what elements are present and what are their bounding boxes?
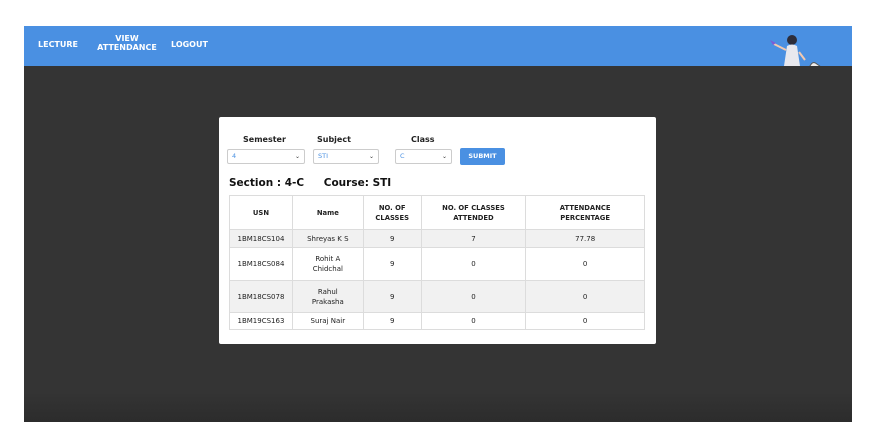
content-background-footer [24,392,852,422]
cell-name: Suraj Nair [291,312,364,330]
cell-usn: 1BM18CS084 [229,247,293,281]
submit-button[interactable]: SUBMIT [460,148,505,165]
table-row: 1BM18CS078 Rahul Prakasha 9 0 0 [229,280,645,313]
attendance-table: USN Name NO. OF CLASSES NO. OF CLASSES ATT… [229,195,645,330]
class-label: Class [411,135,435,144]
class-select[interactable]: C ⌄ [395,149,452,164]
col-header-usn: USN [229,195,293,230]
table-row: 1BM18CS084 Rohit A Chidchal 9 0 0 [229,247,645,281]
chevron-down-icon: ⌄ [368,153,374,160]
cell-classes: 9 [362,312,422,330]
cell-attended: 7 [420,229,527,248]
col-header-attended: NO. OF CLASSES ATTENDED [420,195,527,230]
subject-label: Subject [317,135,351,144]
cell-usn: 1BM18CS078 [229,280,293,313]
cell-attended: 0 [420,280,527,313]
semester-select[interactable]: 4 ⌄ [227,149,305,164]
subject-select[interactable]: STI ⌄ [313,149,379,164]
col-header-percentage: ATTENDANCE PERCENTAGE [525,195,645,230]
cell-name: Shreyas K S [291,229,364,248]
section-summary: Section : 4-C Course: STI [229,177,391,189]
cell-usn: 1BM18CS104 [229,229,293,248]
table-row: 1BM18CS104 Shreyas K S 9 7 77.78 [229,229,645,248]
nav-view-attendance-line2: ATTENDANCE [97,43,157,52]
cell-attended: 0 [420,247,527,281]
semester-select-value: 4 [232,152,237,160]
top-navbar: LECTURE VIEW ATTENDANCE LOGOUT [24,26,852,66]
table-row: 1BM19CS163 Suraj Nair 9 0 0 [229,312,645,330]
cell-name: Rahul Prakasha [291,280,364,313]
cell-usn: 1BM19CS163 [229,312,293,330]
nav-lecture-link[interactable]: LECTURE [38,40,78,49]
cell-percentage: 0 [525,312,645,330]
cell-percentage: 77.78 [525,229,645,248]
cell-name: Rohit A Chidchal [291,247,364,281]
cell-percentage: 0 [525,280,645,313]
table-header-row: USN Name NO. OF CLASSES NO. OF CLASSES ATT… [229,195,645,230]
nav-view-attendance-line1: VIEW [115,34,139,43]
cell-classes: 9 [362,280,422,313]
col-header-classes: NO. OF CLASSES [362,195,422,230]
chevron-down-icon: ⌄ [441,153,447,160]
nav-view-attendance-link[interactable]: VIEW ATTENDANCE [95,34,159,52]
cell-percentage: 0 [525,247,645,281]
course-label: Course: STI [323,177,392,189]
col-header-name: Name [291,195,364,230]
semester-label: Semester [243,135,286,144]
class-select-value: C [400,152,405,160]
cell-attended: 0 [420,312,527,330]
subject-select-value: STI [318,152,329,160]
nav-logout-link[interactable]: LOGOUT [171,40,208,49]
cell-classes: 9 [362,247,422,281]
section-label: Section : 4-C [229,177,305,189]
attendance-card: Semester Subject Class 4 ⌄ STI ⌄ C ⌄ SUB… [219,117,656,344]
cell-classes: 9 [362,229,422,248]
chevron-down-icon: ⌄ [294,153,300,160]
